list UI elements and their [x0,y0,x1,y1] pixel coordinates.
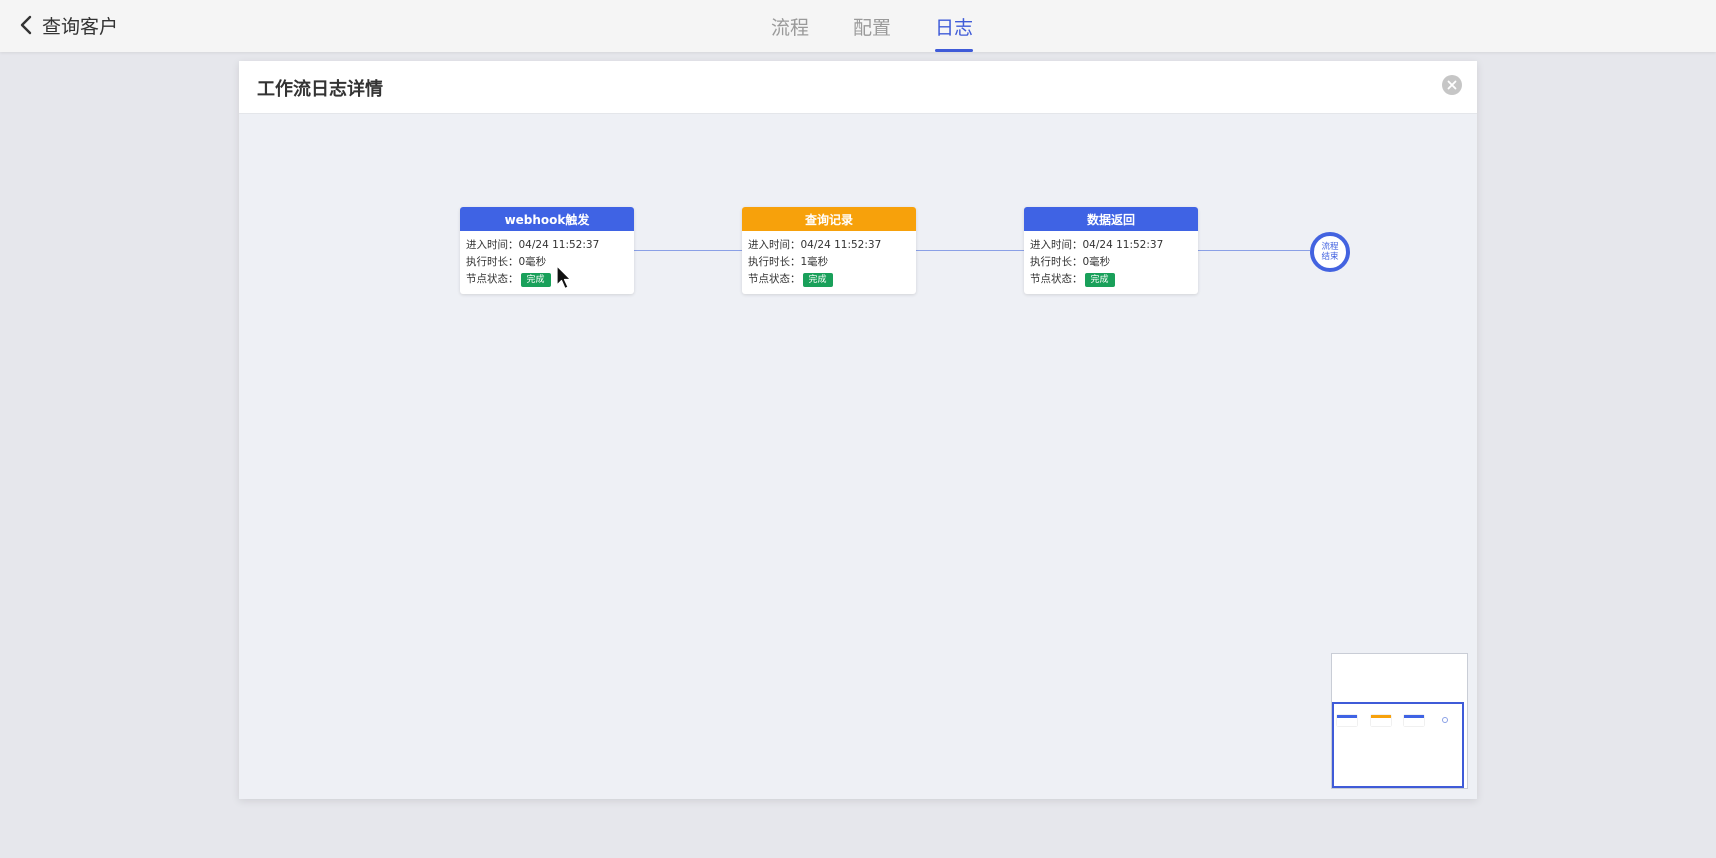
mouse-cursor-icon [556,265,572,290]
tab-flow[interactable]: 流程 [762,0,818,52]
status-badge: 完成 [1084,272,1115,287]
duration-row: 执行时长： 0毫秒 [466,254,634,271]
back-button[interactable]: 查询客户 [12,10,118,40]
page-title: 查询客户 [42,15,119,38]
connector-line [1198,250,1310,251]
minimap-end-node [1442,717,1448,723]
status-row: 节点状态： 完成 [748,271,916,288]
node-data-return[interactable]: 数据返回 进入时间： 04/24 11:52:37 执行时长： 0毫秒 节点状态：完… [1024,207,1198,294]
enter-time-label: 进入时间： [466,239,519,251]
dialog-title: 工作流日志详情 [257,79,383,100]
workflow-canvas[interactable]: webhook触发 进入时间： 04/24 11:52:37 执行时长： 0毫秒 节… [239,115,1477,799]
minimap-node [1404,715,1424,726]
minimap-viewport[interactable] [1332,702,1464,788]
enter-time-label: 进入时间： [1030,239,1083,251]
duration-row: 执行时长： 0毫秒 [1030,254,1198,271]
workflow-log-dialog: 工作流日志详情 webhook触发 进入时间： 04/24 11:52:37 执行… [239,61,1477,799]
minimap[interactable] [1331,653,1468,789]
node-header: 数据返回 [1024,207,1198,231]
enter-time-row: 进入时间： 04/24 11:52:37 [1030,237,1198,254]
status-label: 节点状态： [1030,273,1083,285]
close-icon[interactable] [1442,75,1462,95]
flow-end-node[interactable]: 流程结束 [1310,232,1350,272]
duration-label: 执行时长： [748,256,801,268]
enter-time-value: 04/24 11:52:37 [1082,239,1164,251]
node-query-records[interactable]: 查询记录 进入时间： 04/24 11:52:37 执行时长： 1毫秒 节点状态：完… [742,207,916,294]
status-badge: 完成 [802,272,833,287]
node-webhook-trigger[interactable]: webhook触发 进入时间： 04/24 11:52:37 执行时长： 0毫秒 节… [460,207,634,294]
tab-config[interactable]: 配置 [844,0,900,52]
top-bar: 查询客户 流程 配置 日志 [0,0,1716,52]
node-header: webhook触发 [460,207,634,231]
enter-time-value: 04/24 11:52:37 [800,239,882,251]
connector-line [634,250,742,251]
status-row: 节点状态： 完成 [1030,271,1198,288]
tab-bar: 流程 配置 日志 [762,0,1008,52]
enter-time-row: 进入时间： 04/24 11:52:37 [748,237,916,254]
enter-time-value: 04/24 11:52:37 [518,239,600,251]
status-row: 节点状态： 完成 [466,271,634,288]
status-badge: 完成 [520,272,551,287]
enter-time-label: 进入时间： [748,239,801,251]
duration-value: 0毫秒 [518,256,547,268]
tab-log[interactable]: 日志 [926,0,982,52]
minimap-node [1337,715,1357,726]
dialog-header: 工作流日志详情 [239,61,1477,114]
duration-label: 执行时长： [466,256,519,268]
chevron-left-icon[interactable] [12,10,40,40]
enter-time-row: 进入时间： 04/24 11:52:37 [466,237,634,254]
node-header: 查询记录 [742,207,916,231]
duration-label: 执行时长： [1030,256,1083,268]
minimap-node [1371,715,1391,726]
connector-line [916,250,1024,251]
status-label: 节点状态： [748,273,801,285]
duration-value: 1毫秒 [800,256,829,268]
status-label: 节点状态： [466,273,519,285]
duration-value: 0毫秒 [1082,256,1111,268]
duration-row: 执行时长： 1毫秒 [748,254,916,271]
flow-end-label: 流程结束 [1321,242,1339,262]
